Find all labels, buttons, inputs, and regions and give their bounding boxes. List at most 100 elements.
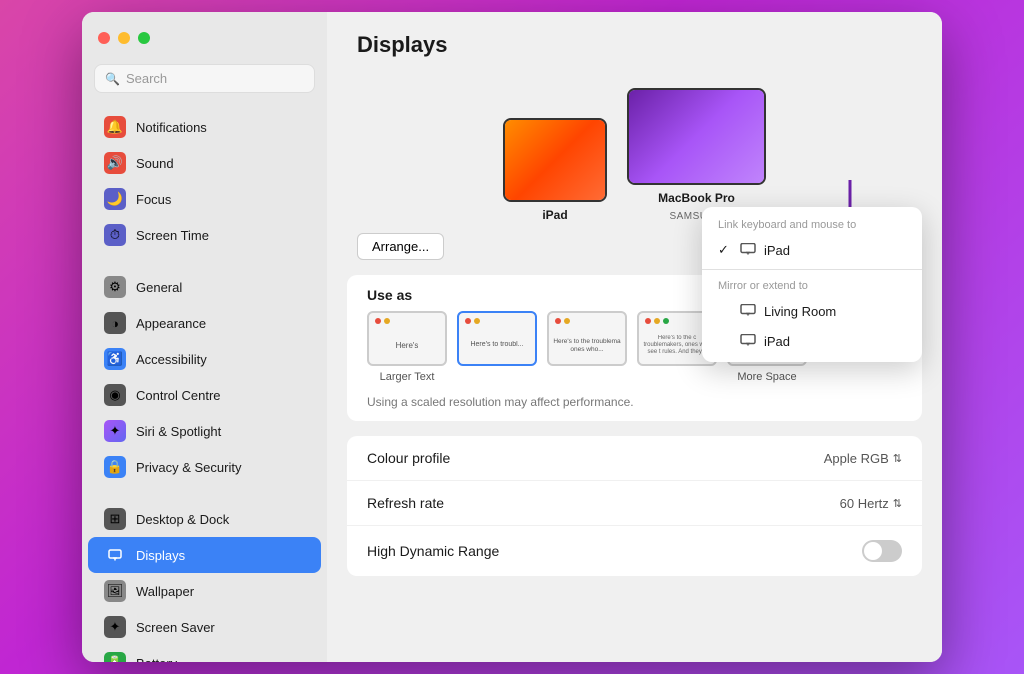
colour-profile-chevron: ⇅: [893, 452, 902, 465]
sidebar-item-siri-spotlight[interactable]: ✦ Siri & Spotlight: [88, 413, 321, 449]
sidebar-item-sound[interactable]: 🔊 Sound: [88, 145, 321, 181]
sidebar-item-privacy-security[interactable]: 🔒 Privacy & Security: [88, 449, 321, 485]
dropdown-ipad-link-label: iPad: [764, 243, 790, 258]
sidebar-item-appearance[interactable]: ◑ Appearance: [88, 305, 321, 341]
appearance-icon: ◑: [104, 312, 126, 334]
dropdown-divider: [702, 269, 922, 270]
sidebar: 🔍 Search 🔔 Notifications 🔊 Sound 🌙 Focus…: [82, 12, 327, 662]
res-thumb-text: Here's to the troublema ones who...: [553, 338, 621, 354]
refresh-rate-label: Refresh rate: [367, 495, 444, 511]
res-option-label: More Space: [737, 371, 796, 383]
dropdown-living-room-label: Living Room: [764, 304, 836, 319]
sidebar-item-screen-saver[interactable]: ✦ Screen Saver: [88, 609, 321, 645]
dropdown-ipad-link[interactable]: ✓ iPad: [702, 235, 922, 265]
sidebar-item-label: Siri & Spotlight: [136, 424, 221, 439]
accessibility-icon: ♿: [104, 348, 126, 370]
sidebar-section-mid: ⚙ General ◑ Appearance ♿ Accessibility ◉…: [82, 265, 327, 489]
res-dot: [564, 318, 570, 324]
res-thumb-text: Here's to troubl...: [470, 341, 523, 349]
colour-profile-value[interactable]: Apple RGB ⇅: [824, 451, 902, 466]
control-centre-icon: ◉: [104, 384, 126, 406]
desktop-icon: ⊞: [104, 508, 126, 530]
dropdown-ipad-mirror[interactable]: iPad: [702, 326, 922, 356]
sidebar-item-accessibility[interactable]: ♿ Accessibility: [88, 341, 321, 377]
res-thumb-2: Here's to troubl...: [457, 311, 537, 366]
battery-icon: 🔋: [104, 652, 126, 662]
wallpaper-icon: 🖼: [104, 580, 126, 602]
sidebar-item-label: Control Centre: [136, 388, 221, 403]
hdr-toggle[interactable]: [862, 540, 902, 562]
main-content: Displays iPad MacBook Pro SAMSUNG Arrang…: [327, 12, 942, 662]
hdr-label: High Dynamic Range: [367, 543, 499, 559]
sidebar-item-label: Accessibility: [136, 352, 207, 367]
res-dot: [384, 318, 390, 324]
sidebar-item-label: Sound: [136, 156, 174, 171]
displays-icon: [104, 544, 126, 566]
general-icon: ⚙: [104, 276, 126, 298]
sidebar-item-battery[interactable]: 🔋 Battery: [88, 645, 321, 662]
sidebar-section-bottom: ⊞ Desktop & Dock Displays 🖼 Wallpaper ✦ …: [82, 497, 327, 662]
res-option-3[interactable]: Here's to the troublema ones who...: [547, 311, 627, 383]
sidebar-item-focus[interactable]: 🌙 Focus: [88, 181, 321, 217]
res-thumb-text: Here's to the c troublemakers, ones who …: [643, 335, 711, 357]
ipad-thumbnail: [503, 118, 607, 202]
refresh-rate-chevron: ⇅: [893, 497, 902, 510]
refresh-rate-row: Refresh rate 60 Hertz ⇅: [347, 481, 922, 526]
macbook-display-name: MacBook Pro: [658, 191, 735, 205]
res-dot: [645, 318, 651, 324]
search-bar[interactable]: 🔍 Search: [94, 64, 315, 93]
sidebar-item-general[interactable]: ⚙ General: [88, 269, 321, 305]
sidebar-item-label: General: [136, 280, 182, 295]
dropdown-living-room[interactable]: Living Room: [702, 296, 922, 326]
res-dot: [654, 318, 660, 324]
dropdown-mirror-label: Mirror or extend to: [702, 274, 922, 296]
monitor-icon: [740, 242, 756, 258]
search-placeholder: Search: [126, 71, 167, 86]
sidebar-item-label: Displays: [136, 548, 185, 563]
close-button[interactable]: [98, 32, 110, 44]
sidebar-item-label: Notifications: [136, 120, 207, 135]
dropdown-ipad-mirror-label: iPad: [764, 334, 790, 349]
sidebar-item-wallpaper[interactable]: 🖼 Wallpaper: [88, 573, 321, 609]
search-icon: 🔍: [105, 72, 120, 86]
sidebar-item-label: Focus: [136, 192, 171, 207]
ipad-display-name: iPad: [542, 208, 567, 222]
notifications-icon: 🔔: [104, 116, 126, 138]
sidebar-item-label: Desktop & Dock: [136, 512, 229, 527]
sidebar-item-screen-time[interactable]: ⏱ Screen Time: [88, 217, 321, 253]
colour-profile-label: Colour profile: [367, 450, 450, 466]
res-option-2[interactable]: Here's to troubl...: [457, 311, 537, 383]
refresh-rate-value[interactable]: 60 Hertz ⇅: [840, 496, 902, 511]
titlebar: [82, 12, 327, 64]
maximize-button[interactable]: [138, 32, 150, 44]
screen-saver-icon: ✦: [104, 616, 126, 638]
screen-time-icon: ⏱: [104, 224, 126, 246]
sidebar-item-label: Screen Saver: [136, 620, 215, 635]
monitor-icon-3: [740, 333, 756, 349]
monitor-icon-2: [740, 303, 756, 319]
page-title: Displays: [357, 32, 448, 57]
sidebar-item-label: Privacy & Security: [136, 460, 241, 475]
hdr-row: High Dynamic Range: [347, 526, 922, 576]
res-dot: [465, 318, 471, 324]
sidebar-item-label: Wallpaper: [136, 584, 194, 599]
check-icon: ✓: [718, 242, 732, 258]
sidebar-item-label: Screen Time: [136, 228, 209, 243]
dropdown-link-label: Link keyboard and mouse to: [702, 213, 922, 235]
sidebar-item-desktop-dock[interactable]: ⊞ Desktop & Dock: [88, 501, 321, 537]
minimize-button[interactable]: [118, 32, 130, 44]
colour-profile-row: Colour profile Apple RGB ⇅: [347, 436, 922, 481]
sidebar-item-control-centre[interactable]: ◉ Control Centre: [88, 377, 321, 413]
arrange-button[interactable]: Arrange...: [357, 233, 444, 260]
sidebar-item-label: Appearance: [136, 316, 206, 331]
res-option-larger-text[interactable]: Here's Larger Text: [367, 311, 447, 383]
res-dot: [555, 318, 561, 324]
privacy-icon: 🔒: [104, 456, 126, 478]
sidebar-item-displays[interactable]: Displays: [88, 537, 321, 573]
sidebar-item-notifications[interactable]: 🔔 Notifications: [88, 109, 321, 145]
macbook-display-item[interactable]: MacBook Pro SAMSUNG: [627, 88, 766, 222]
res-dot: [474, 318, 480, 324]
ipad-display-item[interactable]: iPad: [503, 118, 607, 222]
content-header: Displays: [327, 12, 942, 68]
res-dot: [375, 318, 381, 324]
